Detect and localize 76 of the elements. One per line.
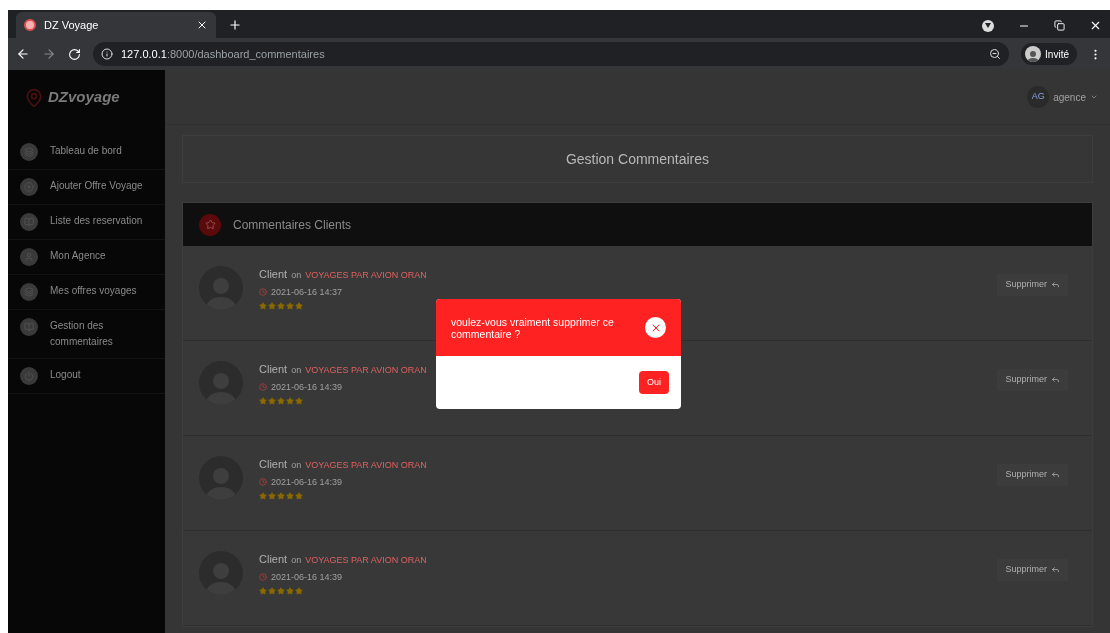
dialog-message: voulez-vous vraiment supprimer ce commentaire ? (451, 315, 615, 340)
close-icon[interactable] (196, 19, 208, 31)
user-icon (24, 252, 34, 262)
clock-icon (259, 288, 267, 297)
clock-icon (259, 383, 267, 392)
restore-icon[interactable] (1054, 20, 1065, 31)
comment-author: Client (259, 552, 288, 567)
page-title: Gestion Commentaires (565, 149, 710, 169)
power-icon (24, 371, 34, 381)
delete-button[interactable]: Supprimer (997, 369, 1068, 391)
new-tab-icon[interactable] (228, 18, 242, 32)
sidebar-item[interactable]: Logout (8, 359, 165, 394)
plus-icon (24, 182, 34, 192)
sidebar-label: Tableau de bord (50, 144, 123, 158)
reload-icon[interactable] (68, 47, 81, 61)
clock-icon (259, 478, 267, 487)
back-icon[interactable] (16, 47, 30, 61)
reply-icon (1051, 375, 1060, 385)
layers-icon (24, 147, 34, 157)
comment-date: 2021-06-16 14:39 (271, 570, 343, 584)
comment-date: 2021-06-16 14:39 (271, 475, 343, 489)
url-text: 127.0.0.1:8000/dashboard_commentaires (121, 46, 326, 62)
offer-link[interactable]: VOYAGES PAR AVION ORAN (305, 364, 427, 378)
comment-date: 2021-06-16 14:39 (271, 380, 343, 394)
browser-tab[interactable]: DZ Voyage (16, 12, 216, 38)
sidebar-item[interactable]: Ajouter Offre Voyage (8, 170, 165, 205)
logo-text: DZvoyage (48, 87, 120, 108)
sidebar-item[interactable]: Tableau de bord (8, 135, 165, 170)
comment-date: 2021-06-16 14:37 (271, 285, 343, 299)
comment-on: on (291, 364, 302, 377)
logo-pin-icon (24, 87, 44, 108)
close-button[interactable] (645, 317, 666, 338)
book-icon (24, 322, 34, 332)
comment-author: Client (259, 362, 288, 377)
sidebar-item[interactable]: Gestion des commentaires (8, 310, 165, 359)
sidebar-label: Gestion des commentaires (50, 319, 114, 349)
comment-on: on (291, 554, 302, 567)
clock-icon (259, 573, 267, 582)
reply-icon (1051, 470, 1060, 480)
book-icon (24, 217, 34, 227)
address-bar[interactable]: 127.0.0.1:8000/dashboard_commentaires (93, 42, 1010, 66)
sidebar-label: Liste des reservation (50, 214, 144, 228)
forward-icon[interactable] (42, 47, 56, 61)
user-name[interactable]: agence (1053, 89, 1086, 105)
comment-author: Client (259, 457, 288, 472)
close-window-icon[interactable] (1089, 19, 1102, 32)
sidebar-label: Ajouter Offre Voyage (50, 179, 144, 193)
comment-on: on (291, 459, 302, 472)
dropdown-icon[interactable] (982, 19, 994, 32)
delete-button[interactable]: Supprimer (997, 559, 1068, 581)
offer-link[interactable]: VOYAGES PAR AVION ORAN (305, 269, 427, 283)
sidebar-label: Mon Agence (50, 249, 107, 263)
reply-icon (1051, 565, 1060, 575)
favicon-icon (24, 19, 36, 31)
layers-icon (24, 287, 34, 297)
profile-icon (1025, 46, 1042, 62)
sidebar-item[interactable]: Liste des reservation (8, 205, 165, 240)
info-icon (101, 48, 113, 60)
confirm-button[interactable]: Oui (639, 370, 669, 395)
reply-icon (1051, 280, 1060, 290)
profile-button[interactable]: Invité (1021, 43, 1077, 65)
user-avatar[interactable]: AG (1027, 86, 1050, 108)
comment-author: Client (259, 267, 288, 282)
sidebar-item[interactable]: Mes offres voyages (8, 275, 165, 310)
offer-link[interactable]: VOYAGES PAR AVION ORAN (305, 459, 427, 473)
sidebar-label: Mes offres voyages (50, 284, 138, 298)
sidebar-label: Logout (50, 368, 82, 382)
card-title: Commentaires Clients (233, 216, 352, 234)
delete-button[interactable]: Supprimer (997, 274, 1068, 296)
tab-title: DZ Voyage (44, 17, 100, 33)
comment-on: on (291, 269, 302, 282)
delete-button[interactable]: Supprimer (997, 464, 1068, 486)
offer-link[interactable]: VOYAGES PAR AVION ORAN (305, 554, 427, 568)
sidebar-item[interactable]: Mon Agence (8, 240, 165, 275)
zoom-icon[interactable] (989, 48, 1002, 60)
caret-icon (1090, 93, 1098, 101)
